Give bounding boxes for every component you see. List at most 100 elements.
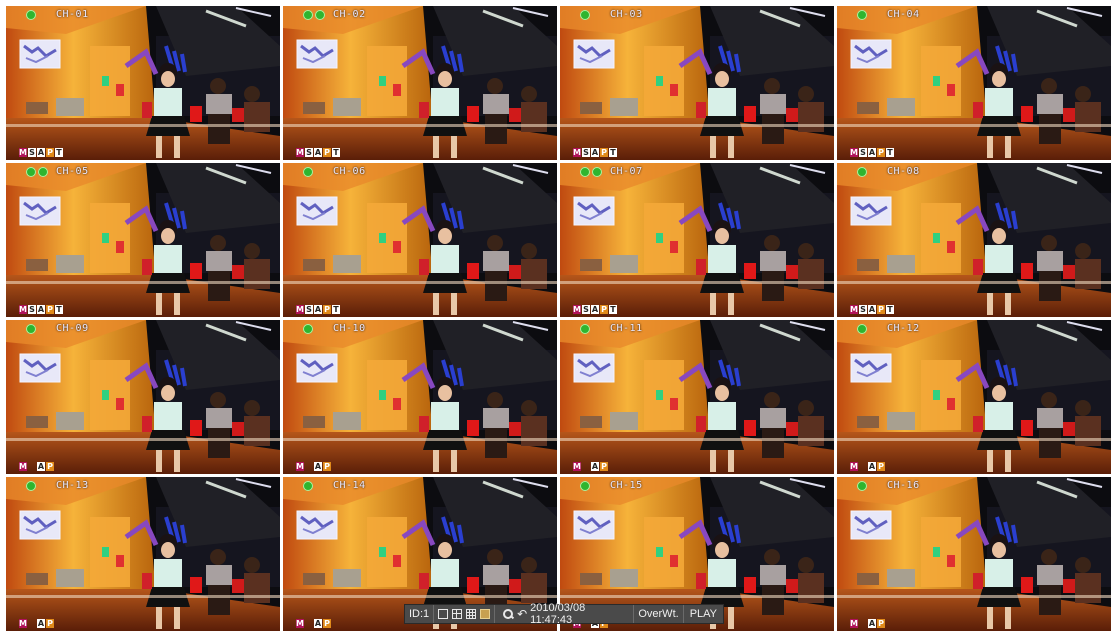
indicator-a: A xyxy=(591,148,599,157)
camera-status-icon xyxy=(580,167,590,177)
camera-status-icon xyxy=(303,324,313,334)
indicator-spacer xyxy=(305,619,313,628)
camera-tile[interactable]: CH-13 M A P xyxy=(6,477,280,631)
single-view-icon[interactable] xyxy=(438,609,449,619)
camera-status-icon xyxy=(580,481,590,491)
camera-status-icon xyxy=(26,481,36,491)
camera-status-icon xyxy=(857,10,867,20)
status-indicators: MSAPT xyxy=(850,148,894,157)
camera-status-icon xyxy=(857,324,867,334)
status-indicators: M AP xyxy=(19,619,54,628)
camera-tile[interactable]: CH-12 M A P xyxy=(837,320,1111,474)
back-arrow-icon[interactable]: ↶ xyxy=(517,607,527,621)
id-indicator[interactable]: ID:1 xyxy=(405,605,435,623)
indicator-m: M xyxy=(850,305,858,314)
indicator-s: S xyxy=(859,305,867,314)
camera-tile[interactable]: CH-07 M S A P T xyxy=(560,163,834,317)
layout-selector xyxy=(434,605,496,623)
camera-tile[interactable]: CH-09 M A P xyxy=(6,320,280,474)
indicator-a: A xyxy=(314,148,322,157)
camera-tile[interactable]: CH-01 M S A P T xyxy=(6,6,280,160)
indicator-spacer xyxy=(28,462,36,471)
channel-label: CH-05 xyxy=(56,166,89,177)
channel-label: CH-06 xyxy=(333,166,366,177)
camera-feed-image xyxy=(283,320,557,474)
indicator-p: P xyxy=(600,148,608,157)
camera-tile[interactable]: CH-11 M A P xyxy=(560,320,834,474)
indicator-t: T xyxy=(886,148,894,157)
indicator-spacer xyxy=(859,619,867,628)
camera-feed-image xyxy=(6,163,280,317)
camera-feed-image xyxy=(837,477,1111,631)
indicator-t: T xyxy=(55,148,63,157)
indicator-a: A xyxy=(868,462,876,471)
camera-status-icon xyxy=(26,324,36,334)
channel-label: CH-15 xyxy=(610,480,643,491)
channel-label: CH-03 xyxy=(610,9,643,20)
record-mode[interactable]: OverWt. xyxy=(634,605,684,623)
indicator-spacer xyxy=(582,462,590,471)
indicator-m: M xyxy=(19,619,27,628)
camera-feed-image xyxy=(837,320,1111,474)
channel-label: CH-09 xyxy=(56,323,89,334)
indicator-p: P xyxy=(46,305,54,314)
camera-status-icon xyxy=(315,10,325,20)
camera-tile[interactable]: CH-05 M S A P T xyxy=(6,163,280,317)
camera-feed-image xyxy=(283,6,557,160)
datetime-display: ↶ 2010/03/08 11:47:43 xyxy=(495,602,635,626)
camera-status-icon xyxy=(580,10,590,20)
indicator-m: M xyxy=(296,148,304,157)
camera-status xyxy=(857,481,867,491)
camera-tile[interactable]: CH-10 M A P xyxy=(283,320,557,474)
indicator-t: T xyxy=(332,148,340,157)
indicator-m: M xyxy=(19,148,27,157)
camera-feed-image xyxy=(837,163,1111,317)
camera-status xyxy=(303,10,325,20)
indicator-m: M xyxy=(850,619,858,628)
channel-label: CH-14 xyxy=(333,480,366,491)
camera-status xyxy=(580,167,602,177)
camera-tile[interactable]: CH-06 M S A P T xyxy=(283,163,557,317)
play-button[interactable]: PLAY xyxy=(684,605,723,623)
camera-tile[interactable]: CH-04 M S A P T xyxy=(837,6,1111,160)
indicator-p: P xyxy=(46,148,54,157)
indicator-m: M xyxy=(850,148,858,157)
camera-tile[interactable]: CH-02 M S A P T xyxy=(283,6,557,160)
search-icon[interactable] xyxy=(502,608,514,620)
indicator-p: P xyxy=(46,619,54,628)
sixteen-view-icon[interactable] xyxy=(480,609,491,619)
camera-status xyxy=(26,10,36,20)
camera-tile[interactable]: CH-08 M S A P T xyxy=(837,163,1111,317)
channel-label: CH-16 xyxy=(887,480,920,491)
indicator-s: S xyxy=(305,305,313,314)
indicator-spacer xyxy=(305,462,313,471)
camera-tile[interactable]: CH-16 M A P xyxy=(837,477,1111,631)
camera-status xyxy=(303,481,313,491)
camera-tile[interactable]: CH-03 M S A P T xyxy=(560,6,834,160)
indicator-p: P xyxy=(877,619,885,628)
status-indicators: M AP xyxy=(296,462,331,471)
camera-status xyxy=(580,324,590,334)
channel-label: CH-08 xyxy=(887,166,920,177)
camera-feed-image xyxy=(560,163,834,317)
indicator-a: A xyxy=(37,462,45,471)
quad-view-icon[interactable] xyxy=(452,609,463,619)
indicator-p: P xyxy=(323,619,331,628)
camera-status-icon xyxy=(303,167,313,177)
id-label: ID:1 xyxy=(409,608,430,620)
camera-status xyxy=(26,481,36,491)
status-indicators: M AP xyxy=(296,619,331,628)
camera-feed-image xyxy=(283,163,557,317)
channel-label: CH-13 xyxy=(56,480,89,491)
nine-view-icon[interactable] xyxy=(466,609,477,619)
channel-label: CH-12 xyxy=(887,323,920,334)
camera-feed-image xyxy=(6,320,280,474)
camera-status-icon xyxy=(303,10,313,20)
indicator-t: T xyxy=(886,305,894,314)
indicator-m: M xyxy=(573,462,581,471)
indicator-t: T xyxy=(332,305,340,314)
status-indicators: MSAPT xyxy=(296,148,340,157)
status-indicators: MSAPT xyxy=(850,305,894,314)
camera-status-icon xyxy=(38,167,48,177)
indicator-spacer xyxy=(28,619,36,628)
